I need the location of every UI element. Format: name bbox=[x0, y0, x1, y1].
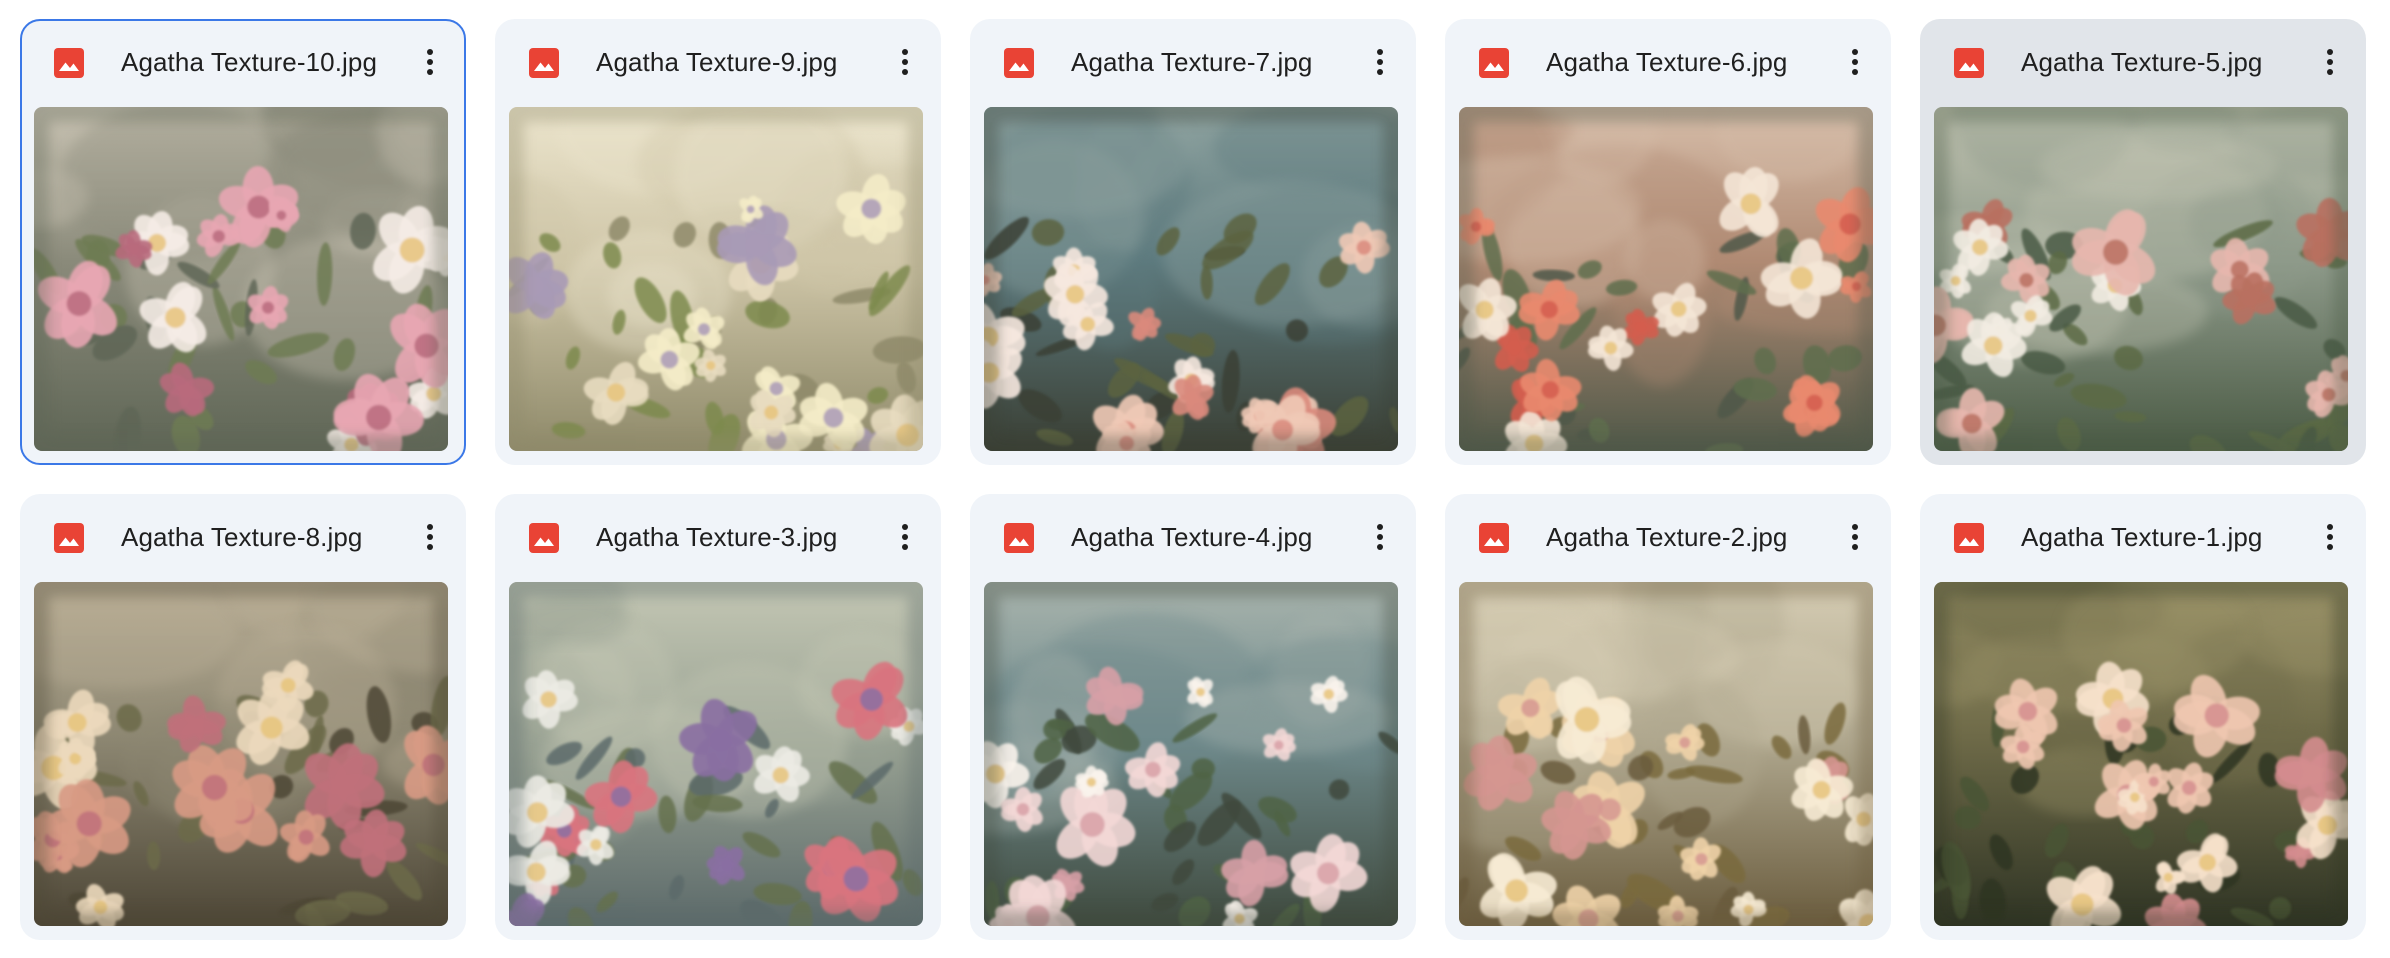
image-file-icon bbox=[53, 47, 85, 79]
more-vert-icon bbox=[1377, 524, 1383, 550]
image-file-icon bbox=[528, 522, 560, 554]
more-actions-button[interactable] bbox=[1358, 40, 1402, 84]
file-name: Agatha Texture-8.jpg bbox=[121, 522, 363, 552]
file-grid: Agatha Texture-10.jpg Agatha Texture-9.j… bbox=[20, 19, 2366, 940]
image-file-icon bbox=[1953, 47, 1985, 79]
more-actions-button[interactable] bbox=[2308, 515, 2352, 559]
floral-painting bbox=[1459, 107, 1873, 451]
floral-painting bbox=[509, 107, 923, 451]
floral-painting bbox=[1934, 107, 2348, 451]
file-card-header: Agatha Texture-1.jpg bbox=[1920, 494, 2366, 580]
file-name: Agatha Texture-5.jpg bbox=[2021, 47, 2263, 77]
more-actions-button[interactable] bbox=[1833, 515, 1877, 559]
more-vert-icon bbox=[1377, 49, 1383, 75]
image-file-icon bbox=[1478, 522, 1510, 554]
floral-painting bbox=[1934, 582, 2348, 926]
file-card-9[interactable]: Agatha Texture-2.jpg bbox=[1445, 494, 1891, 940]
more-vert-icon bbox=[427, 49, 433, 75]
image-thumbnail[interactable] bbox=[1459, 582, 1873, 926]
image-thumbnail[interactable] bbox=[509, 582, 923, 926]
more-vert-icon bbox=[902, 524, 908, 550]
file-card-header: Agatha Texture-2.jpg bbox=[1445, 494, 1891, 580]
file-name: Agatha Texture-9.jpg bbox=[596, 47, 838, 77]
more-vert-icon bbox=[1852, 524, 1858, 550]
image-file-icon bbox=[1003, 47, 1035, 79]
file-card-3[interactable]: Agatha Texture-7.jpg bbox=[970, 19, 1416, 465]
image-file-icon bbox=[53, 522, 85, 554]
floral-painting bbox=[34, 582, 448, 926]
file-name: Agatha Texture-3.jpg bbox=[596, 522, 838, 552]
image-thumbnail[interactable] bbox=[1934, 107, 2348, 451]
file-card-header: Agatha Texture-10.jpg bbox=[22, 21, 464, 107]
file-name: Agatha Texture-4.jpg bbox=[1071, 522, 1313, 552]
more-actions-button[interactable] bbox=[1833, 40, 1877, 84]
more-vert-icon bbox=[2327, 49, 2333, 75]
file-card-7[interactable]: Agatha Texture-3.jpg bbox=[495, 494, 941, 940]
file-card-header: Agatha Texture-8.jpg bbox=[20, 494, 466, 580]
image-thumbnail[interactable] bbox=[509, 107, 923, 451]
file-name: Agatha Texture-6.jpg bbox=[1546, 47, 1788, 77]
more-actions-button[interactable] bbox=[408, 515, 452, 559]
more-actions-button[interactable] bbox=[408, 40, 452, 84]
floral-painting bbox=[984, 107, 1398, 451]
floral-painting bbox=[984, 582, 1398, 926]
image-thumbnail[interactable] bbox=[984, 107, 1398, 451]
file-card-10[interactable]: Agatha Texture-1.jpg bbox=[1920, 494, 2366, 940]
floral-painting bbox=[1459, 582, 1873, 926]
file-card-4[interactable]: Agatha Texture-6.jpg bbox=[1445, 19, 1891, 465]
more-actions-button[interactable] bbox=[1358, 515, 1402, 559]
image-thumbnail[interactable] bbox=[34, 582, 448, 926]
file-card-1[interactable]: Agatha Texture-10.jpg bbox=[20, 19, 466, 465]
file-name: Agatha Texture-2.jpg bbox=[1546, 522, 1788, 552]
image-thumbnail[interactable] bbox=[1934, 582, 2348, 926]
file-card-8[interactable]: Agatha Texture-4.jpg bbox=[970, 494, 1416, 940]
more-actions-button[interactable] bbox=[883, 515, 927, 559]
image-file-icon bbox=[1003, 522, 1035, 554]
more-actions-button[interactable] bbox=[2308, 40, 2352, 84]
file-card-5[interactable]: Agatha Texture-5.jpg bbox=[1920, 19, 2366, 465]
image-file-icon bbox=[528, 47, 560, 79]
image-file-icon bbox=[1953, 522, 1985, 554]
more-vert-icon bbox=[427, 524, 433, 550]
image-thumbnail[interactable] bbox=[34, 107, 448, 451]
file-name: Agatha Texture-10.jpg bbox=[121, 47, 378, 77]
file-name: Agatha Texture-1.jpg bbox=[2021, 522, 2263, 552]
file-card-6[interactable]: Agatha Texture-8.jpg bbox=[20, 494, 466, 940]
more-vert-icon bbox=[2327, 524, 2333, 550]
image-thumbnail[interactable] bbox=[1459, 107, 1873, 451]
file-card-header: Agatha Texture-7.jpg bbox=[970, 19, 1416, 105]
floral-painting bbox=[34, 107, 448, 451]
more-vert-icon bbox=[1852, 49, 1858, 75]
file-card-header: Agatha Texture-6.jpg bbox=[1445, 19, 1891, 105]
file-card-header: Agatha Texture-3.jpg bbox=[495, 494, 941, 580]
image-file-icon bbox=[1478, 47, 1510, 79]
floral-painting bbox=[509, 582, 923, 926]
file-card-header: Agatha Texture-5.jpg bbox=[1920, 19, 2366, 105]
image-thumbnail[interactable] bbox=[984, 582, 1398, 926]
more-vert-icon bbox=[902, 49, 908, 75]
file-card-2[interactable]: Agatha Texture-9.jpg bbox=[495, 19, 941, 465]
more-actions-button[interactable] bbox=[883, 40, 927, 84]
file-card-header: Agatha Texture-9.jpg bbox=[495, 19, 941, 105]
file-card-header: Agatha Texture-4.jpg bbox=[970, 494, 1416, 580]
file-name: Agatha Texture-7.jpg bbox=[1071, 47, 1313, 77]
